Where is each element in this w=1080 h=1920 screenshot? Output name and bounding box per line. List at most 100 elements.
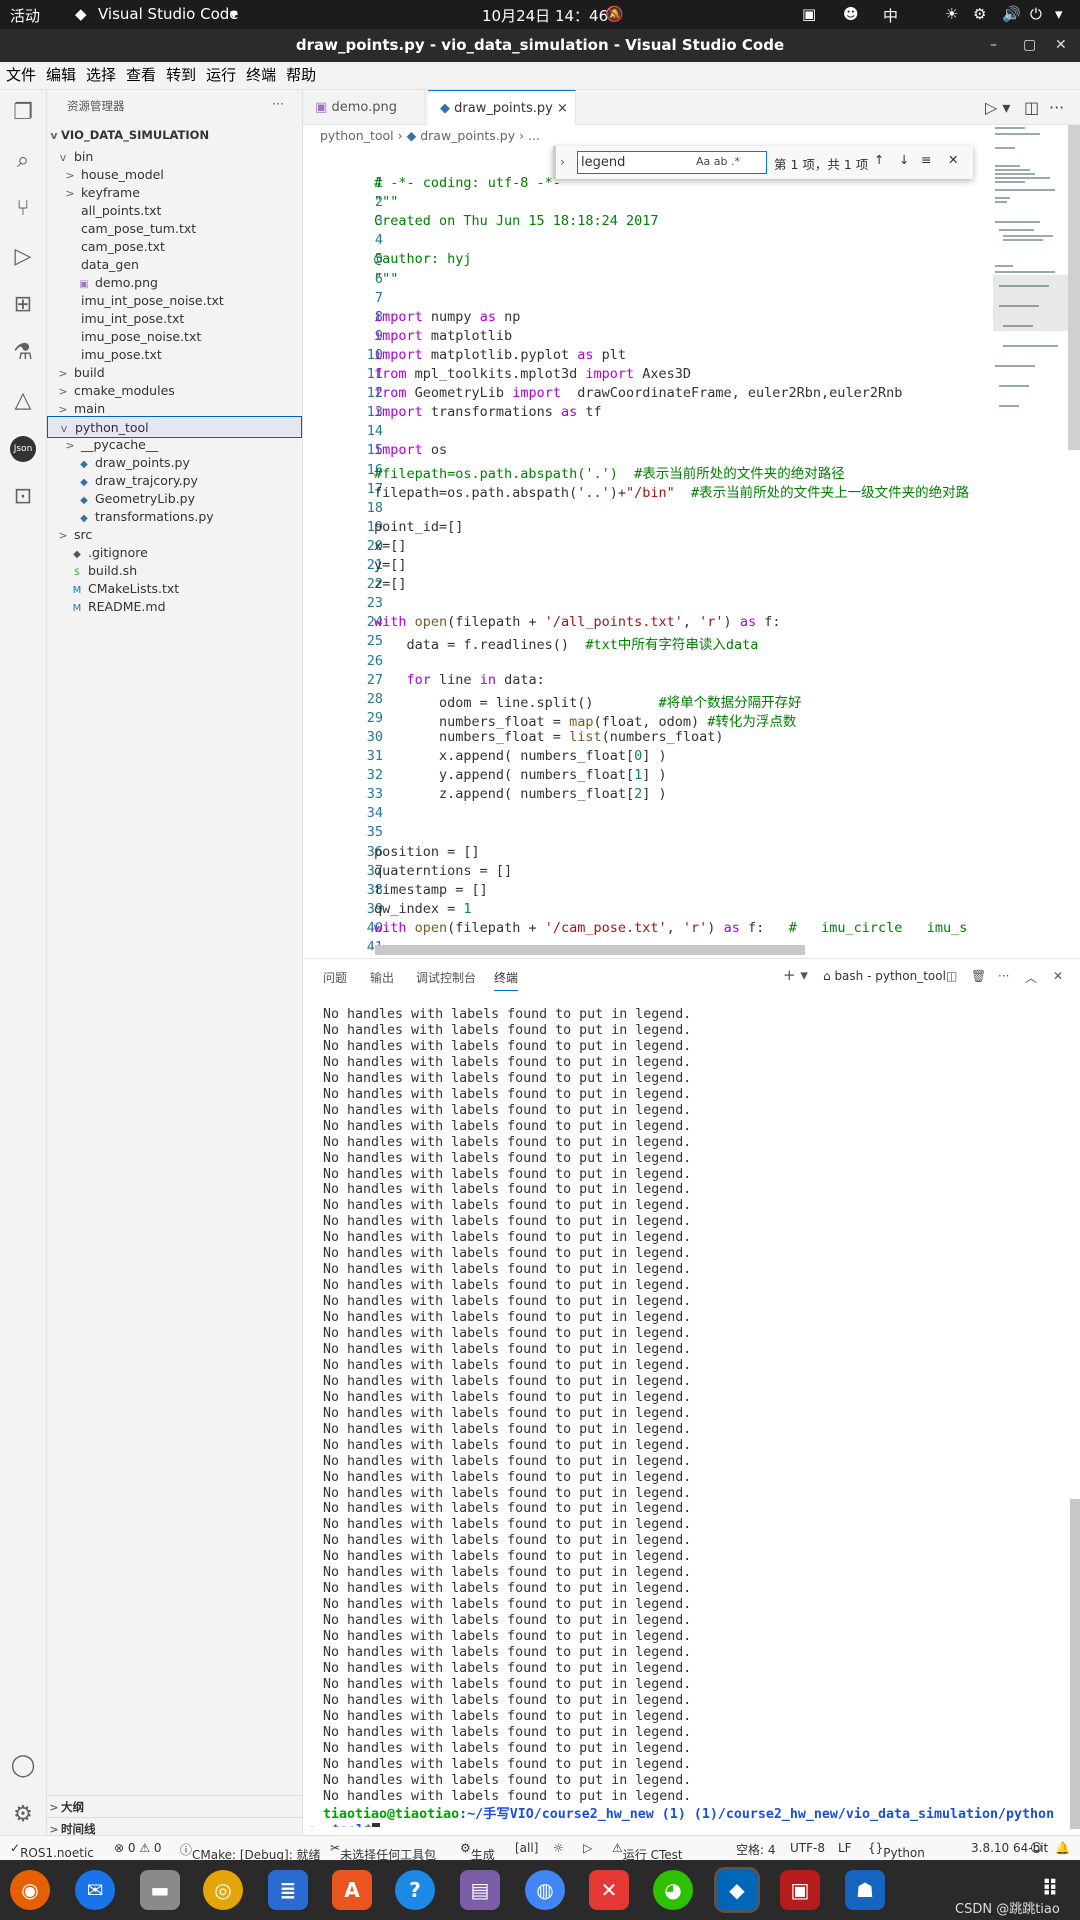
menu-selection[interactable]: 选择 bbox=[82, 62, 120, 89]
brightness-icon[interactable]: ☀ bbox=[945, 5, 958, 23]
writer-icon[interactable]: ≣ bbox=[268, 1870, 308, 1910]
maximize-panel-icon[interactable]: ︿ bbox=[1025, 969, 1037, 986]
toggle-replace-icon[interactable]: › bbox=[560, 154, 565, 169]
more-icon[interactable]: ··· bbox=[1049, 98, 1064, 117]
breadcrumb-symbol[interactable]: ... bbox=[528, 128, 540, 143]
code-line[interactable]: import matplotlib.pyplot as plt bbox=[374, 347, 626, 363]
help-icon[interactable]: ? bbox=[395, 1870, 435, 1910]
code-line[interactable]: with open(filepath + '/all_points.txt', … bbox=[374, 614, 780, 630]
clock[interactable]: 10月24日 14：46 bbox=[482, 5, 608, 26]
vscode-dock-icon[interactable]: ◆ bbox=[714, 1867, 760, 1913]
status-indent[interactable]: 空格: 4 bbox=[736, 1841, 776, 1858]
code-line[interactable]: x=[] bbox=[374, 538, 407, 554]
menu-run[interactable]: 运行 bbox=[202, 62, 240, 89]
terminal[interactable]: No handles with labels found to put in l… bbox=[303, 1007, 1068, 1827]
code-line[interactable]: import transformations as tf bbox=[374, 404, 602, 420]
input-method[interactable]: 中 bbox=[883, 5, 898, 26]
horizontal-scrollbar[interactable] bbox=[375, 945, 805, 955]
more-icon[interactable]: ··· bbox=[998, 969, 1009, 983]
app-menu[interactable]: Visual Studio Code bbox=[98, 5, 239, 23]
code-line[interactable]: x.append( numbers_float[0] ) bbox=[374, 748, 667, 764]
code-line[interactable]: import os bbox=[374, 442, 447, 458]
vertical-scrollbar[interactable] bbox=[1068, 125, 1080, 450]
close-button[interactable]: ✕ bbox=[1055, 29, 1067, 62]
status-encoding[interactable]: UTF-8 bbox=[790, 1841, 825, 1855]
status-target[interactable]: [all] bbox=[515, 1841, 538, 1855]
find-in-selection-icon[interactable]: ≡ bbox=[921, 152, 931, 167]
search-icon[interactable]: ⌕ bbox=[10, 148, 36, 174]
status-kit[interactable]: ✂ 未选择任何工具包 bbox=[330, 1841, 436, 1862]
find-options[interactable]: Aa ab .* bbox=[696, 155, 740, 168]
power-icon[interactable]: ⏻ bbox=[1030, 5, 1042, 23]
split-editor-icon[interactable]: ◫ bbox=[1024, 98, 1039, 117]
code-line[interactable]: from GeometryLib import drawCoordinateFr… bbox=[374, 385, 902, 401]
code-line[interactable]: point_id=[] bbox=[374, 519, 463, 535]
status-cmake[interactable]: ⓘ CMake: [Debug]: 就绪 bbox=[180, 1841, 321, 1862]
code-line[interactable]: for line in data: bbox=[374, 672, 545, 688]
code-line[interactable]: qw_index = 1 bbox=[374, 901, 472, 917]
code-line[interactable]: numbers_float = list(numbers_float) bbox=[374, 729, 724, 745]
tab-debug-console[interactable]: 调试控制台 bbox=[416, 969, 476, 986]
code-line[interactable]: filepath=os.path.abspath('..')+"/bin" #表… bbox=[374, 481, 969, 501]
code-line[interactable]: z.append( numbers_float[2] ) bbox=[374, 786, 667, 802]
status-build[interactable]: ⚙ 生成 bbox=[460, 1841, 495, 1862]
terminal-dock-icon[interactable]: ▣ bbox=[780, 1870, 820, 1910]
tab-demo-png[interactable]: ▣ demo.png bbox=[303, 90, 425, 125]
menu-help[interactable]: 帮助 bbox=[282, 62, 320, 89]
code-line[interactable]: z=[] bbox=[374, 576, 407, 592]
tab-output[interactable]: 输出 bbox=[370, 969, 394, 986]
menu-edit[interactable]: 编辑 bbox=[42, 62, 80, 89]
menu-go[interactable]: 转到 bbox=[162, 62, 200, 89]
code-line[interactable]: data = f.readlines() #txt中所有字符串读入data bbox=[374, 633, 759, 653]
settings-gear-icon[interactable]: ⚙ bbox=[10, 1802, 36, 1828]
chrome-icon[interactable]: ◍ bbox=[525, 1870, 565, 1910]
menu-terminal[interactable]: 终端 bbox=[242, 62, 280, 89]
more-actions-icon[interactable]: ··· bbox=[272, 96, 284, 111]
code-editor[interactable]: 1 # -*- coding: utf-8 -*- 2 """ 3 Created on … bbox=[303, 175, 1003, 950]
code-line[interactable]: position = [] bbox=[374, 844, 480, 860]
testing-icon[interactable]: ⚗ bbox=[10, 340, 36, 366]
run-debug-icon[interactable]: ▷ bbox=[10, 244, 36, 270]
breadcrumb-file[interactable]: draw_points.py bbox=[420, 128, 515, 143]
rhythmbox-icon[interactable]: ◎ bbox=[203, 1870, 243, 1910]
tray-icon[interactable]: ▣ bbox=[802, 5, 816, 23]
activities-button[interactable]: 活动 bbox=[10, 5, 40, 26]
code-line[interactable]: timestamp = [] bbox=[374, 882, 488, 898]
tab-draw-points-py[interactable]: ◆ draw_points.py × bbox=[428, 90, 576, 125]
terminal-selector[interactable]: ⌂ bash - python_tool bbox=[823, 969, 946, 983]
previous-match-icon[interactable]: ↑ bbox=[874, 152, 884, 167]
debug-icon[interactable]: ☼ bbox=[553, 1841, 564, 1855]
code-line[interactable]: quaterntions = [] bbox=[374, 863, 512, 879]
status-language[interactable]: {} Python bbox=[868, 1841, 925, 1860]
code-line[interactable]: with open(filepath + '/cam_pose.txt', 'r… bbox=[374, 920, 967, 936]
account-icon[interactable]: ◯ bbox=[10, 1753, 36, 1779]
code-line[interactable]: import matplotlib bbox=[374, 328, 512, 344]
cat-icon[interactable]: ☻ bbox=[843, 5, 859, 23]
code-line[interactable]: odom = line.split() #将单个数据分隔开存好 bbox=[374, 691, 802, 711]
close-tab-icon[interactable]: × bbox=[557, 101, 568, 116]
tab-terminal[interactable]: 终端 bbox=[494, 969, 519, 991]
launch-icon[interactable]: ▷ bbox=[583, 1841, 592, 1855]
files-app-icon[interactable]: ▬ bbox=[140, 1870, 180, 1910]
app-icon[interactable]: ▤ bbox=[460, 1870, 500, 1910]
code-line[interactable]: #filepath=os.path.abspath('.') #表示当前所处的文… bbox=[374, 462, 845, 482]
status-ctest[interactable]: ⚠ 运行 CTest bbox=[612, 1841, 683, 1862]
code-line[interactable]: # -*- coding: utf-8 -*- bbox=[374, 175, 561, 191]
kill-terminal-icon[interactable]: 🗑 bbox=[971, 969, 986, 983]
code-line[interactable]: y.append( numbers_float[1] ) bbox=[374, 767, 667, 783]
cmake-icon[interactable]: △ bbox=[10, 388, 36, 414]
code-line[interactable]: from mpl_toolkits.mplot3d import Axes3D bbox=[374, 366, 691, 382]
extensions-icon[interactable]: ⊞ bbox=[10, 292, 36, 318]
firefox-icon[interactable]: ◉ bbox=[10, 1870, 50, 1910]
status-ros[interactable]: ✓ ROS1.noetic bbox=[10, 1841, 94, 1860]
json-icon[interactable]: Json bbox=[10, 436, 36, 462]
maximize-button[interactable]: ▢ bbox=[1023, 29, 1036, 62]
minimap[interactable] bbox=[993, 125, 1073, 455]
code-line[interactable]: @author: hyj bbox=[374, 251, 472, 267]
source-control-icon[interactable]: ⑂ bbox=[10, 196, 36, 222]
minimize-button[interactable]: – bbox=[990, 29, 997, 62]
new-terminal-icon[interactable]: + ▾ bbox=[783, 966, 808, 984]
tab-problems[interactable]: 问题 bbox=[323, 969, 347, 986]
menu-view[interactable]: 查看 bbox=[122, 62, 160, 89]
tree-item[interactable]: M README.md bbox=[47, 596, 302, 618]
